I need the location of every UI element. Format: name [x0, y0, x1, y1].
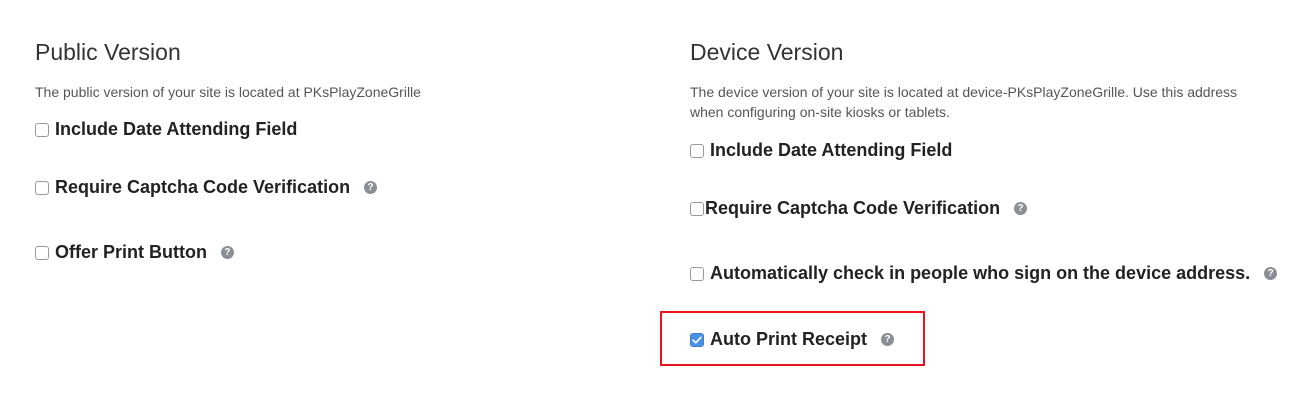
device-captcha-help-icon[interactable]: ?: [1014, 202, 1028, 215]
device-auto-checkin-option[interactable]: Automatically check in people who sign o…: [690, 263, 1278, 284]
public-captcha-option[interactable]: Require Captcha Code Verification ?: [35, 177, 378, 198]
device-auto-checkin-label: Automatically check in people who sign o…: [710, 263, 1251, 283]
public-version-description: The public version of your site is locat…: [35, 84, 421, 100]
device-captcha-option[interactable]: Require Captcha Code Verification ?: [690, 198, 1028, 219]
device-auto-checkin-checkbox[interactable]: [690, 266, 704, 281]
public-print-button-checkbox[interactable]: [35, 245, 49, 260]
device-version-description: The device version of your site is locat…: [690, 84, 1238, 120]
public-print-button-help-icon[interactable]: ?: [220, 246, 234, 259]
highlight-box: [660, 311, 925, 366]
public-version-title: Public Version: [35, 39, 181, 65]
public-captcha-checkbox[interactable]: [35, 180, 49, 195]
public-include-date-label: Include Date Attending Field: [55, 119, 298, 139]
device-captcha-label: Require Captcha Code Verification: [705, 198, 1001, 218]
public-captcha-help-icon[interactable]: ?: [364, 181, 378, 194]
device-include-date-label: Include Date Attending Field: [710, 140, 953, 160]
device-include-date-checkbox[interactable]: [690, 143, 704, 158]
public-include-date-checkbox[interactable]: [35, 122, 49, 137]
device-auto-checkin-help-icon[interactable]: ?: [1264, 267, 1278, 280]
public-captcha-label: Require Captcha Code Verification: [55, 177, 351, 197]
device-captcha-checkbox[interactable]: [690, 201, 704, 216]
device-include-date-option[interactable]: Include Date Attending Field: [690, 140, 952, 161]
public-print-button-label: Offer Print Button: [55, 242, 207, 262]
device-version-title: Device Version: [690, 39, 844, 65]
public-print-button-option[interactable]: Offer Print Button ?: [35, 242, 234, 263]
public-include-date-option[interactable]: Include Date Attending Field: [35, 119, 297, 140]
